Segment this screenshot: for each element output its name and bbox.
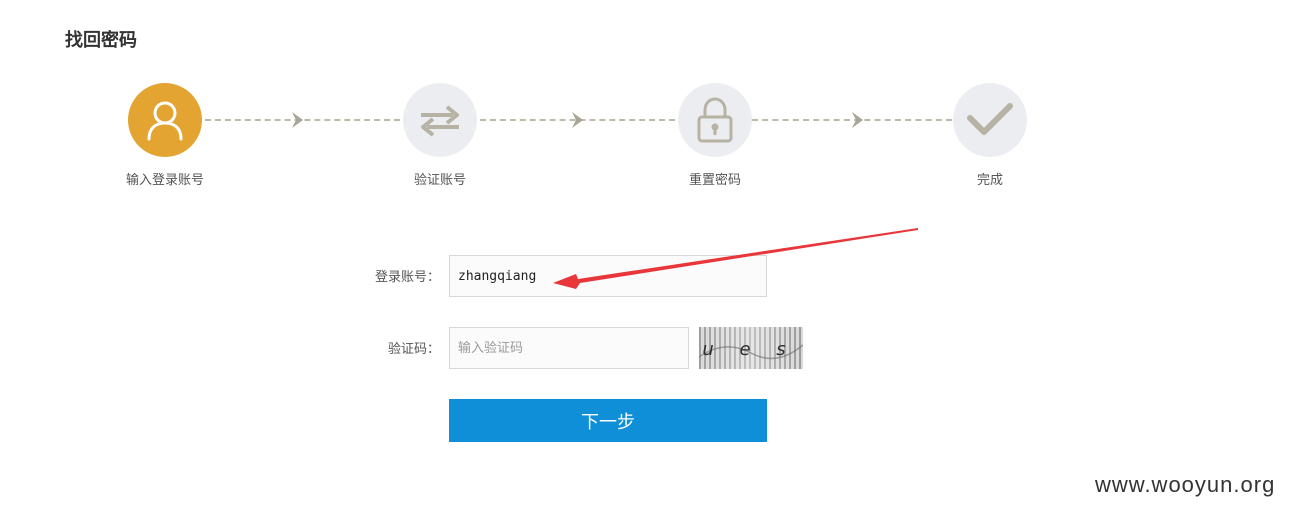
captcha-label: 验证码： bbox=[387, 342, 440, 357]
captcha-text: u e s bbox=[702, 339, 795, 360]
chevron-right-icon bbox=[292, 112, 303, 128]
captcha-image[interactable]: u e s bbox=[699, 327, 803, 369]
checkmark-icon bbox=[967, 103, 1013, 135]
step-label: 验证账号 bbox=[413, 173, 466, 188]
step-circle bbox=[678, 83, 752, 157]
swap-arrows-icon bbox=[421, 105, 459, 137]
account-input[interactable] bbox=[449, 255, 767, 297]
lock-icon bbox=[697, 97, 733, 143]
step-circle bbox=[128, 83, 202, 157]
chevron-right-icon bbox=[852, 112, 863, 128]
step-circle bbox=[403, 83, 477, 157]
chevron-right-icon bbox=[572, 112, 583, 128]
step-reset-password: 重置密码 bbox=[645, 83, 785, 188]
step-label: 完成 bbox=[976, 173, 1003, 188]
user-icon bbox=[147, 101, 183, 141]
step-complete: 完成 bbox=[920, 83, 1060, 188]
step-label: 重置密码 bbox=[688, 173, 741, 188]
step-verify-account: 验证账号 bbox=[370, 83, 510, 188]
page-title: 找回密码 bbox=[65, 30, 137, 51]
step-circle bbox=[953, 83, 1027, 157]
captcha-graphic: u e s bbox=[699, 327, 803, 369]
find-password-page: 找回密码 输入登录账号 验证账号 重置密码 完成 登录账号： zhangqian… bbox=[0, 0, 1301, 515]
step-label: 输入登录账号 bbox=[125, 173, 204, 188]
next-step-button[interactable]: 下一步 bbox=[449, 399, 767, 442]
account-label: 登录账号： bbox=[374, 270, 440, 285]
captcha-input[interactable] bbox=[449, 327, 689, 369]
step-enter-account: 输入登录账号 bbox=[95, 83, 235, 188]
watermark-text: www.wooyun.org bbox=[1095, 472, 1276, 497]
